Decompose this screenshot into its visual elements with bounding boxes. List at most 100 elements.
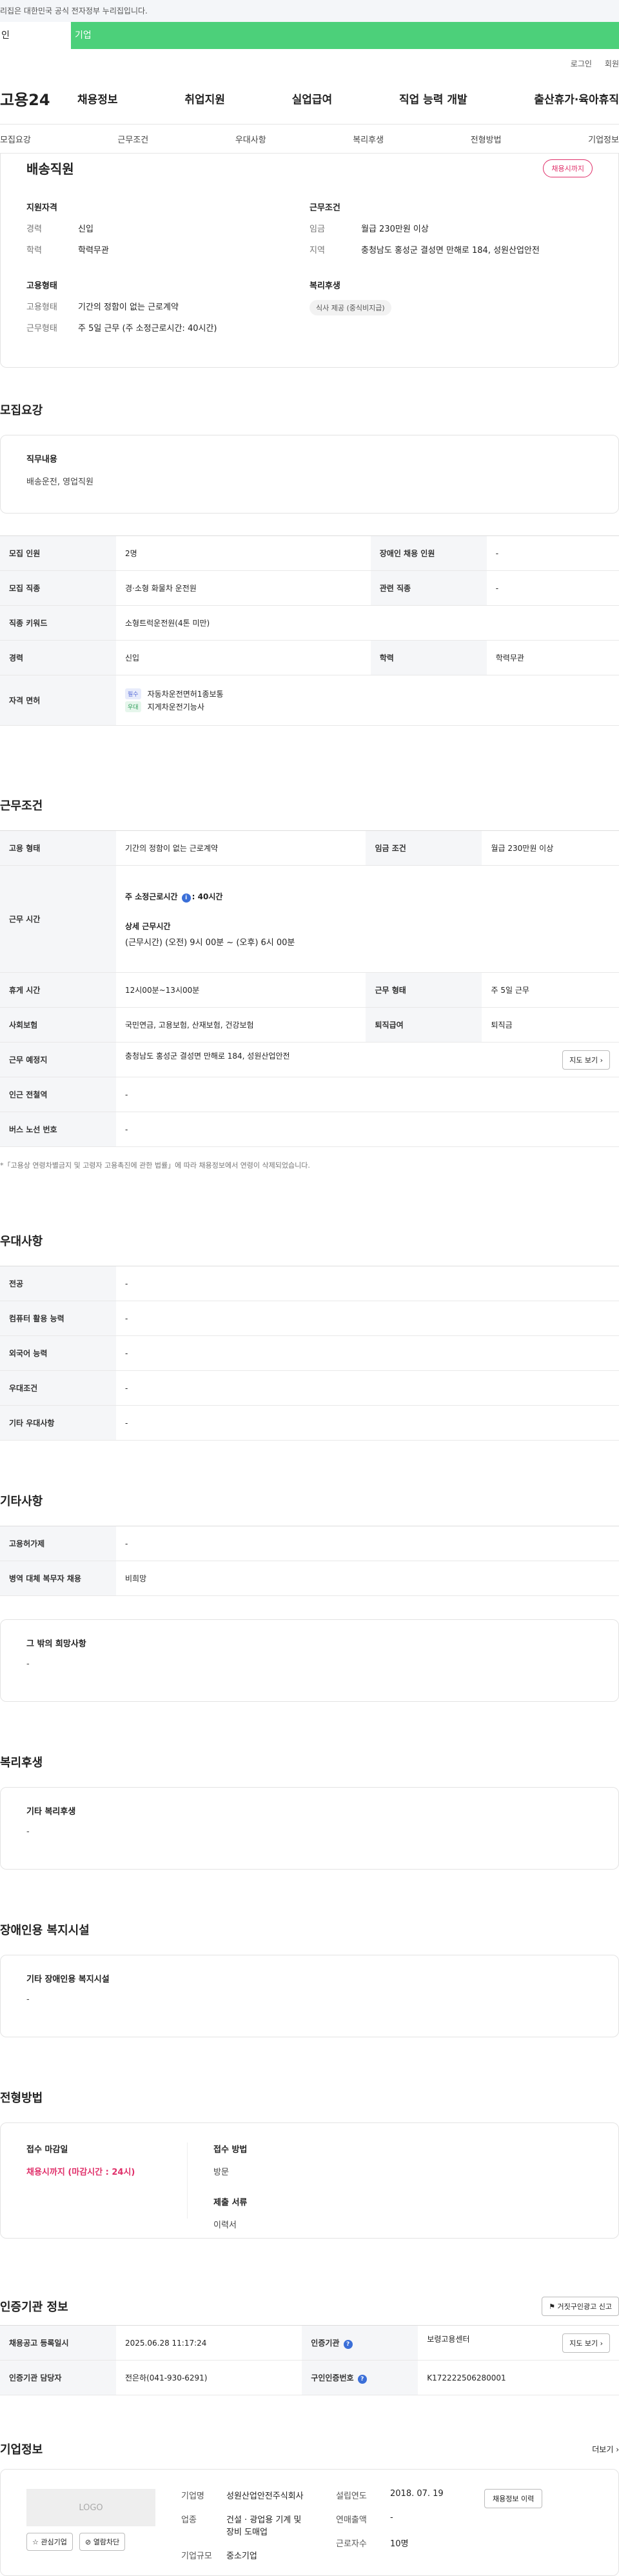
gnb-unemployment[interactable]: 실업급여 xyxy=(292,90,333,106)
cell-label: 고용 형태 xyxy=(0,830,116,866)
cell-value: 필수 자동차운전면허1종보통 우대 지게차운전기능사 xyxy=(116,675,619,726)
docs-value: 이력서 xyxy=(213,2221,237,2230)
cert-heading: 인증기관 정보 xyxy=(0,2301,68,2314)
cond-value: 충청남도 홍성군 결성면 만해로 184, 성원산업안전 xyxy=(361,246,540,255)
cell-label: 관련 직종 xyxy=(370,570,487,606)
table-row: 사회보험 국민연금, 고용보험, 산재보험, 건강보험 퇴직급여 퇴직금 xyxy=(0,1007,619,1043)
method-label: 접수 방법 xyxy=(213,2145,248,2155)
emp-value: 주 5일 근무 (주 소정근로시간: 40시간) xyxy=(78,324,217,334)
table-row: 고용 형태 기간의 정함이 없는 근로계약 임금 조건 월급 230만원 이상 xyxy=(0,830,619,866)
cell-value: - xyxy=(486,570,619,606)
license-name: 지게차운전기능사 xyxy=(147,703,204,712)
utility-links: 로그인 회원 xyxy=(0,49,619,72)
subnav-company[interactable]: 기업정보 xyxy=(588,133,619,145)
gnb-leave[interactable]: 출산휴가·육아휴직 xyxy=(534,90,619,106)
welfare-chip: 식사 제공 (중식비지급) xyxy=(310,300,391,315)
hours-detail-title: 상세 근무시간 xyxy=(125,921,171,931)
etc-table: 고용허가제 - 병역 대체 복무자 채용 비희망 xyxy=(0,1526,619,1596)
cell-value: 월급 230만원 이상 xyxy=(482,830,619,866)
deadline-badge: 채용시까지 xyxy=(543,159,593,177)
license-tag: 필수 xyxy=(125,688,141,699)
cell-value: 기간의 정함이 없는 근로계약 xyxy=(116,830,366,866)
more-link-label: 더보기 xyxy=(592,2444,614,2454)
cell-label: 모집 직종 xyxy=(0,570,116,606)
gnb-training[interactable]: 직업 능력 개발 xyxy=(399,90,467,106)
work-heading: 근무조건 xyxy=(0,799,43,813)
subnav-welfare[interactable]: 복리후생 xyxy=(353,133,384,145)
map-button[interactable]: 지도 보기 › xyxy=(562,1050,610,1070)
qual-title: 지원자격 xyxy=(26,203,57,213)
cell-label: 외국어 능력 xyxy=(0,1335,116,1371)
cell-label: 인근 전철역 xyxy=(0,1077,116,1112)
cond-value: 월급 230만원 이상 xyxy=(361,225,429,234)
table-row: 병역 대체 복무자 채용 비희망 xyxy=(0,1561,619,1596)
company-key: 연매출액 xyxy=(336,2515,367,2525)
block-button[interactable]: ⊘ 열람차단 xyxy=(79,2533,126,2551)
emp-title: 고용형태 xyxy=(26,281,57,291)
welfare-heading: 복리후생 xyxy=(0,1756,43,1770)
chevron-right-icon: › xyxy=(600,1055,603,1064)
deadline-value: 채용시까지 (마감시간 : 24시) xyxy=(26,2168,135,2177)
block-icon: ⊘ xyxy=(85,2538,92,2546)
section-nav: 모집요강 근무조건 우대사항 복리후생 전형방법 기업정보 xyxy=(0,124,619,154)
recruit-section: 모집요강 직무내용 배송운전, 영업직원 모집 인원 2명 장애인 채용 인원 … xyxy=(0,401,619,726)
subnav-work[interactable]: 근무조건 xyxy=(117,133,148,145)
cell-label: 근무 예정지 xyxy=(0,1042,116,1077)
company-employees: 10명 xyxy=(390,2539,409,2549)
cell-value: - xyxy=(116,1405,619,1441)
join-link[interactable]: 회원 xyxy=(605,59,619,68)
deadline-label: 접수 마감일 xyxy=(26,2145,68,2155)
welfare-title: 복리후생 xyxy=(310,281,340,291)
company-card: LOGO ☆ 관심기업 ⊘ 열람차단 기업명 성원산업안전주식회사 업종 건설 · … xyxy=(0,2469,619,2576)
company-key: 설립연도 xyxy=(336,2491,367,2501)
info-icon[interactable]: ? xyxy=(357,2374,367,2384)
tab-personal[interactable]: 인 xyxy=(0,22,71,49)
cell-value: 2명 xyxy=(116,535,371,571)
map-button-label: 지도 보기 xyxy=(569,2339,598,2348)
report-button[interactable]: ⚑ 거짓구인광고 신고 xyxy=(542,2297,619,2316)
map-button[interactable]: 지도 보기 › xyxy=(562,2333,610,2353)
company-name: 성원산업안전주식회사 xyxy=(226,2491,304,2501)
tab-company[interactable]: 기업 xyxy=(71,22,142,49)
chevron-right-icon: › xyxy=(616,2444,619,2454)
license-tag: 우대 xyxy=(125,701,141,712)
subnav-recruit[interactable]: 모집요강 xyxy=(0,133,31,145)
hours-detail: (근무시간) (오전) 9시 00분 ~ (오후) 6시 00분 xyxy=(125,937,295,948)
emp-key: 고용형태 xyxy=(26,303,57,312)
info-icon[interactable]: i xyxy=(181,893,191,903)
cert-table: 채용공고 등록일시 2025.06.28 11:17:24 인증기관 ? 보령고… xyxy=(0,2325,619,2395)
subnav-pref[interactable]: 우대사항 xyxy=(235,133,266,145)
recruit-table: 모집 인원 2명 장애인 채용 인원 - 모집 직종 경·소형 화물차 운전원 … xyxy=(0,535,619,726)
company-key: 기업명 xyxy=(181,2491,204,2501)
info-icon[interactable]: ? xyxy=(343,2339,353,2349)
global-nav: 고용24 채용정보 취업지원 실업급여 직업 능력 개발 출산휴가·육아휴직 xyxy=(0,72,619,124)
emp-value: 기간의 정함이 없는 근로계약 xyxy=(78,303,179,312)
cell-label: 채용공고 등록일시 xyxy=(0,2325,116,2361)
gnb-jobs[interactable]: 채용정보 xyxy=(77,90,118,106)
qual-key: 학력 xyxy=(26,246,42,255)
cell-label: 모집 인원 xyxy=(0,535,116,571)
cell-label: 병역 대체 복무자 채용 xyxy=(0,1561,116,1596)
cell-value: 2025.06.28 11:17:24 xyxy=(116,2325,302,2361)
favorite-button[interactable]: ☆ 관심기업 xyxy=(26,2533,73,2551)
company-sales: - xyxy=(390,2513,393,2522)
cell-label: 기타 우대사항 xyxy=(0,1405,116,1441)
table-row: 근무 예정지 충청남도 홍성군 결성면 만해로 184, 성원산업안전 지도 보기… xyxy=(0,1042,619,1077)
history-button[interactable]: 채용정보 이력 xyxy=(484,2489,543,2508)
more-link[interactable]: 더보기 › xyxy=(592,2444,619,2455)
company-key: 기업규모 xyxy=(181,2551,212,2561)
company-biz: 건설 · 광업용 기계 및 장비 도매업 xyxy=(226,2515,302,2537)
favorite-button-label: 관심기업 xyxy=(41,2538,67,2546)
flag-icon: ⚑ xyxy=(549,2302,556,2311)
cond-key: 지역 xyxy=(310,246,325,255)
disabled-card: 기타 장애인용 복지시설 - xyxy=(0,1955,619,2037)
cell-label: 임금 조건 xyxy=(366,830,482,866)
site-logo[interactable]: 고용24 xyxy=(0,87,77,110)
table-row: 직종 키워드 소형트럭운전원(4톤 미만) xyxy=(0,605,619,641)
cond-title: 근무조건 xyxy=(310,203,340,213)
login-link[interactable]: 로그인 xyxy=(571,59,592,68)
etc-section: 기타사항 고용허가제 - 병역 대체 복무자 채용 비희망 그 밖의 희망사항 - xyxy=(0,1492,619,1702)
org-value: 보령고용센터 xyxy=(427,2334,470,2344)
subnav-selection[interactable]: 전형방법 xyxy=(471,133,502,145)
gnb-employment-support[interactable]: 취업지원 xyxy=(184,90,225,106)
